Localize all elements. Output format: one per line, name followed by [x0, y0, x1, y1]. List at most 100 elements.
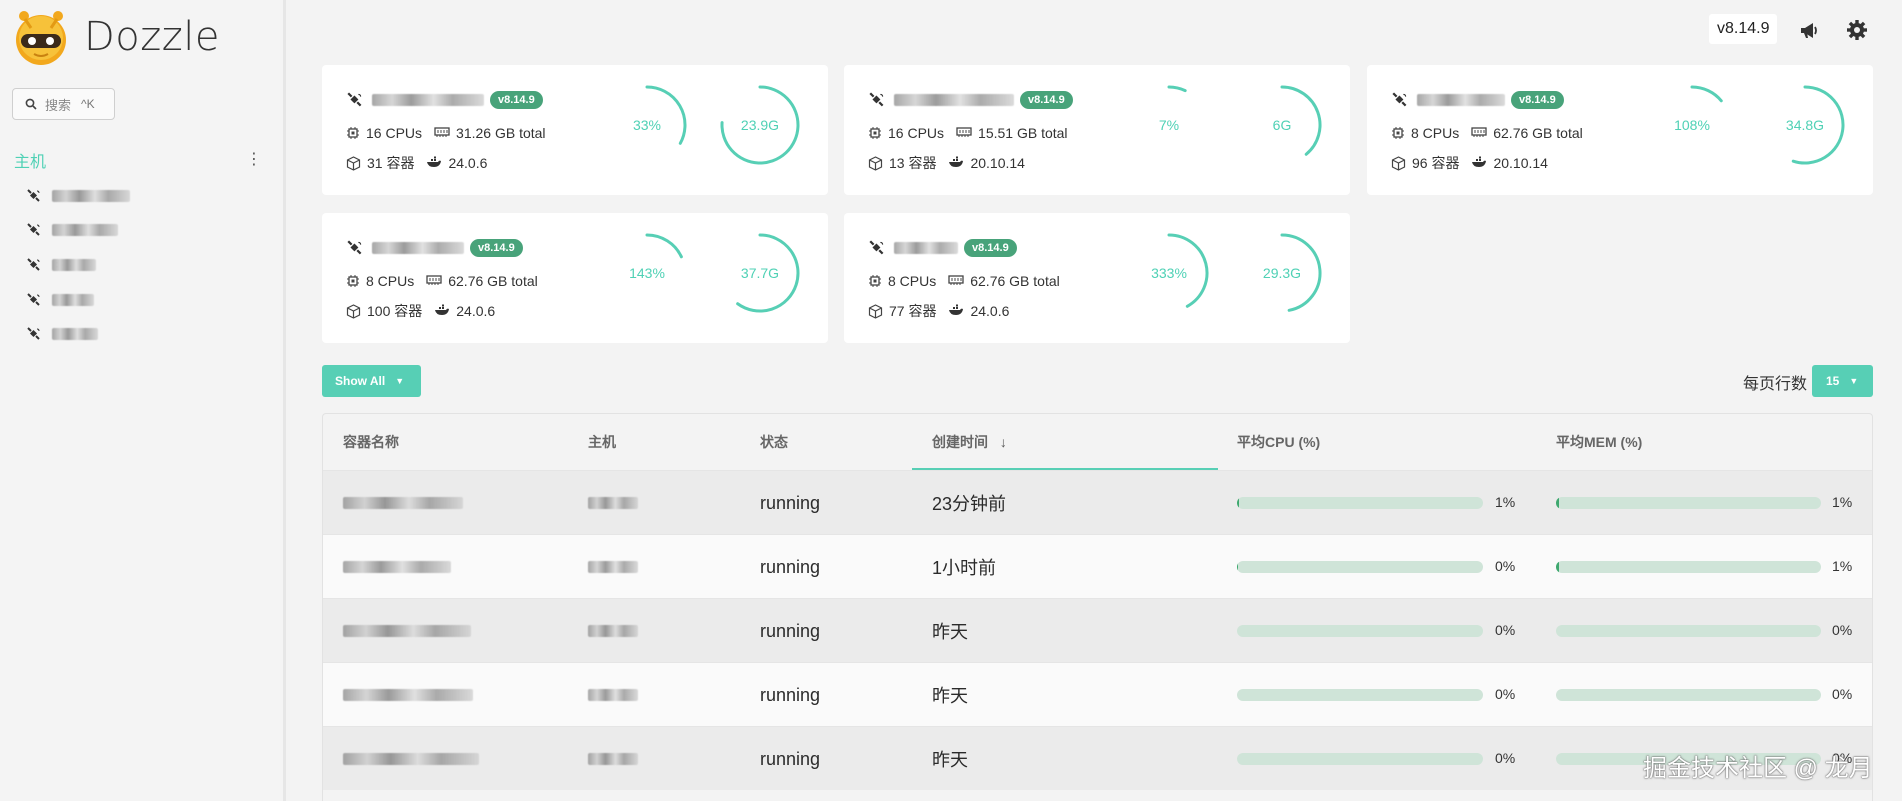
host-name-redacted — [372, 242, 464, 254]
cpu-usage-value: 0% — [1495, 622, 1516, 638]
column-header-state[interactable]: 状态 — [760, 414, 788, 470]
show-all-dropdown[interactable]: Show All ▼ — [322, 365, 421, 397]
host-card-header: v8.14.9 — [868, 239, 1017, 257]
host-card[interactable]: v8.14.9 8 CPUs 62.76 GB total 100 容器 24.… — [322, 213, 828, 343]
column-header-name[interactable]: 容器名称 — [343, 414, 399, 470]
mem-usage-value: 0% — [1832, 622, 1853, 638]
satellite-icon — [347, 92, 362, 107]
host-card[interactable]: v8.14.9 8 CPUs 62.76 GB total 96 容器 20.1… — [1367, 65, 1873, 195]
host-container-count: 13 容器 — [889, 155, 937, 171]
host-container-count: 31 容器 — [367, 155, 415, 171]
container-host-cell — [588, 663, 638, 727]
container-created: 昨天 — [932, 686, 968, 706]
container-name-cell — [343, 727, 479, 791]
mem-usage-value: 0% — [1832, 686, 1853, 702]
cpu-usage-value: 0% — [1495, 686, 1516, 702]
app-name: Dozzle — [84, 14, 220, 60]
mem-usage-bar — [1556, 625, 1821, 637]
sidebar-host-item[interactable] — [26, 323, 98, 345]
column-header-mem[interactable]: 平均MEM (%) — [1556, 414, 1642, 470]
host-card[interactable]: v8.14.9 16 CPUs 15.51 GB total 13 容器 20.… — [844, 65, 1350, 195]
sidebar-host-item[interactable] — [26, 254, 96, 276]
cpu-icon — [869, 127, 881, 139]
host-card-header: v8.14.9 — [868, 91, 1073, 109]
mem-usage-bar — [1556, 689, 1821, 701]
cpu-usage-bar — [1237, 561, 1483, 573]
host-card[interactable]: v8.14.9 16 CPUs 31.26 GB total 31 容器 24.… — [322, 65, 828, 195]
cpu-gauge-label: 333% — [1151, 265, 1187, 281]
megaphone-icon — [1801, 23, 1817, 38]
satellite-icon — [27, 327, 40, 340]
container-host-cell — [588, 471, 638, 535]
table-row[interactable]: running 1小时前 0% 1% — [323, 534, 1872, 598]
table-row[interactable]: running 昨天 0% 0% — [323, 598, 1872, 663]
table-row[interactable]: running 23分钟前 1% 1% — [323, 470, 1872, 535]
satellite-icon — [27, 223, 40, 236]
memory-gauge-label: 29.3G — [1262, 265, 1302, 281]
table-row[interactable]: running 昨天 0% 0% — [323, 662, 1872, 727]
host-docker-version: 24.0.6 — [448, 155, 488, 171]
host-name-redacted — [372, 94, 484, 106]
host-memory-total: 15.51 GB total — [978, 125, 1068, 141]
memory-icon — [1471, 127, 1487, 137]
host-cpus: 16 CPUs — [366, 125, 423, 141]
host-name-redacted — [52, 190, 130, 202]
column-header-cpu[interactable]: 平均CPU (%) — [1237, 414, 1320, 470]
cpu-gauge-label: 7% — [1158, 117, 1180, 133]
host-cpus: 8 CPUs — [888, 273, 937, 289]
satellite-icon — [27, 189, 40, 202]
host-memory-total: 31.26 GB total — [456, 125, 546, 141]
search-label: 搜索 — [45, 97, 72, 113]
satellite-icon — [27, 293, 40, 306]
column-header-created[interactable]: 创建时间 ↓ — [912, 414, 1218, 470]
table-row[interactable]: running 昨天 0% 0% — [323, 726, 1872, 791]
container-name-cell — [343, 599, 471, 663]
app-logo[interactable]: Dozzle — [12, 8, 220, 66]
memory-gauge-label: 37.7G — [740, 265, 780, 281]
search-icon — [25, 98, 37, 110]
cpu-gauge-label: 143% — [629, 265, 665, 281]
satellite-icon — [869, 92, 884, 107]
host-name-redacted — [52, 294, 94, 306]
sidebar-host-item[interactable] — [26, 219, 118, 241]
agent-version-badge: v8.14.9 — [964, 239, 1017, 257]
cpu-icon — [347, 275, 359, 287]
column-header-host[interactable]: 主机 — [588, 414, 616, 470]
docker-whale-icon — [427, 156, 442, 167]
version-badge[interactable]: v8.14.9 — [1709, 14, 1778, 44]
rows-per-page-value: 15 — [1826, 374, 1840, 388]
satellite-icon — [347, 240, 362, 255]
hosts-section-title: 主机 — [14, 154, 47, 171]
cpu-gauge-label: 33% — [632, 117, 662, 133]
rows-per-page-select[interactable]: 15 ▼ — [1812, 365, 1873, 397]
host-specs-row: 16 CPUs 31.26 GB total — [346, 125, 546, 141]
host-cpus: 8 CPUs — [1411, 125, 1460, 141]
hosts-menu-icon[interactable]: ⋮ — [246, 152, 262, 168]
container-name-cell — [343, 471, 463, 535]
host-specs-row: 16 CPUs 15.51 GB total — [868, 125, 1068, 141]
host-container-count: 96 容器 — [1412, 155, 1460, 171]
chevron-down-icon: ▼ — [1849, 376, 1859, 386]
mem-usage-value: 1% — [1832, 494, 1853, 510]
announcements-button[interactable] — [1795, 16, 1823, 44]
docker-whale-icon — [949, 156, 964, 167]
container-host-cell — [588, 599, 638, 663]
docker-whale-icon — [949, 304, 964, 315]
host-name-redacted — [894, 242, 958, 254]
host-cpus: 16 CPUs — [888, 125, 945, 141]
settings-button[interactable] — [1843, 16, 1871, 44]
host-docker-version: 24.0.6 — [970, 303, 1010, 319]
cpu-usage-value: 0% — [1495, 558, 1516, 574]
mem-usage-bar — [1556, 497, 1821, 509]
container-name-redacted — [343, 497, 463, 509]
mem-usage-value: 1% — [1832, 558, 1853, 574]
column-header-created-label: 创建时间 — [932, 434, 988, 450]
host-container-count: 100 容器 — [367, 303, 423, 319]
search-button[interactable]: 搜索 ^K — [12, 88, 115, 120]
sidebar-host-item[interactable] — [26, 185, 130, 207]
mem-usage-bar — [1556, 561, 1821, 573]
host-card[interactable]: v8.14.9 8 CPUs 62.76 GB total 77 容器 24.0… — [844, 213, 1350, 343]
sidebar-host-item[interactable] — [26, 289, 94, 311]
container-name-cell — [343, 663, 473, 727]
memory-gauge-label: 6G — [1272, 117, 1292, 133]
